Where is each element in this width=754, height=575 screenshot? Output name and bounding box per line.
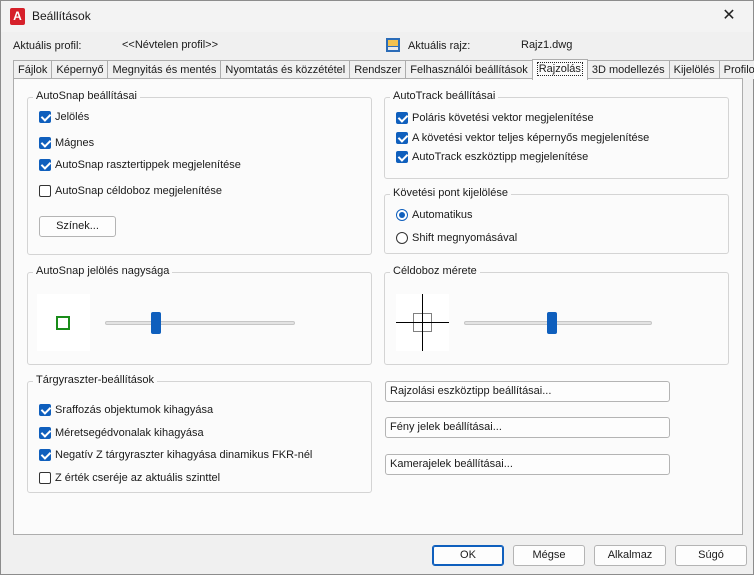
checkbox-box bbox=[396, 112, 408, 124]
checkbox-box bbox=[39, 111, 51, 123]
lights-glyph-settings-button[interactable]: Fény jelek beállításai... bbox=[385, 417, 670, 438]
help-button[interactable]: Súgó bbox=[675, 545, 747, 566]
marker-preview-square-icon bbox=[56, 316, 70, 330]
tab-open-save[interactable]: Megnyitás és mentés bbox=[107, 60, 222, 79]
group-title: Követési pont kijelölése bbox=[390, 187, 511, 199]
group-title: AutoSnap jelölés nagysága bbox=[33, 265, 173, 277]
checkbox-label: Mágnes bbox=[55, 137, 95, 149]
autosnap-settings-group: AutoSnap beállításai Jelölés Mágnes Auto… bbox=[27, 90, 372, 255]
autocad-logo-icon: A bbox=[10, 8, 25, 25]
aperture-size-group: Céldoboz mérete bbox=[384, 265, 729, 365]
drawing-file-icon bbox=[386, 38, 400, 52]
checkbox-label: AutoTrack eszköztipp megjelenítése bbox=[412, 151, 589, 163]
checkbox-box bbox=[39, 185, 51, 197]
checkbox-label: Z érték cseréje az aktuális szinttel bbox=[55, 472, 221, 484]
profile-value: <<Névtelen profil>> bbox=[122, 39, 219, 51]
radio-label: Automatikus bbox=[412, 209, 473, 221]
checkbox-box bbox=[39, 427, 51, 439]
aperture-size-slider-track bbox=[464, 321, 652, 325]
checkbox-box bbox=[39, 159, 51, 171]
aperture-box-checkbox[interactable]: AutoSnap céldoboz megjelenítése bbox=[39, 185, 222, 197]
polar-tracking-vector-checkbox[interactable]: Poláris követési vektor megjelenítése bbox=[396, 112, 594, 124]
tab-user-preferences[interactable]: Felhasználói beállítások bbox=[405, 60, 533, 79]
tab-profiles[interactable]: Profilok bbox=[718, 60, 754, 79]
colors-button[interactable]: Színek... bbox=[39, 216, 116, 237]
checkbox-label: Jelölés bbox=[55, 111, 90, 123]
checkbox-box bbox=[396, 151, 408, 163]
close-icon[interactable]: ✕ bbox=[717, 5, 741, 27]
group-title: Céldoboz mérete bbox=[390, 265, 480, 277]
object-snap-options-group: Tárgyraszter-beállítások Sraffozás objek… bbox=[27, 374, 372, 493]
autotrack-settings-group: AutoTrack beállításai Poláris követési v… bbox=[384, 90, 729, 179]
checkbox-label: A követési vektor teljes képernyős megje… bbox=[412, 132, 650, 144]
checkbox-label: AutoSnap céldoboz megjelenítése bbox=[55, 185, 222, 197]
checkbox-box bbox=[39, 449, 51, 461]
tab-strip: Fájlok Képernyő Megnyitás és mentés Nyom… bbox=[13, 59, 754, 80]
checkbox-label: Sraffozás objektumok kihagyása bbox=[55, 404, 214, 416]
checkbox-box bbox=[39, 137, 51, 149]
checkbox-label: Méretsegédvonalak kihagyása bbox=[55, 427, 204, 439]
crosshair-aperture-icon bbox=[396, 294, 449, 351]
options-dialog: A Beállítások ✕ Aktuális profil: <<Névte… bbox=[0, 0, 754, 575]
cameras-glyph-settings-button[interactable]: Kamerajelek beállításai... bbox=[385, 454, 670, 475]
ok-button[interactable]: OK bbox=[432, 545, 504, 566]
tracking-point-group: Követési pont kijelölése Automatikus Shi… bbox=[384, 187, 729, 254]
checkbox-box bbox=[396, 132, 408, 144]
radio-dot bbox=[396, 232, 408, 244]
checkbox-box bbox=[39, 404, 51, 416]
drafting-panel: AutoSnap beállításai Jelölés Mágnes Auto… bbox=[13, 78, 743, 535]
aperture-preview bbox=[396, 294, 449, 351]
apply-button[interactable]: Alkalmaz bbox=[594, 545, 666, 566]
ignore-hatch-checkbox[interactable]: Sraffozás objektumok kihagyása bbox=[39, 404, 213, 416]
radio-label: Shift megnyomásával bbox=[412, 232, 518, 244]
automatic-radio[interactable]: Automatikus bbox=[396, 209, 473, 221]
marker-size-group: AutoSnap jelölés nagysága bbox=[27, 265, 372, 365]
marker-size-slider-thumb[interactable] bbox=[151, 312, 162, 334]
drawing-value: Rajz1.dwg bbox=[521, 39, 573, 51]
drafting-tooltip-settings-button[interactable]: Rajzolási eszköztipp beállításai... bbox=[385, 381, 670, 402]
group-title: AutoTrack beállításai bbox=[390, 90, 499, 102]
magnet-checkbox[interactable]: Mágnes bbox=[39, 137, 94, 149]
window-title: Beállítások bbox=[32, 9, 91, 23]
autosnap-tooltip-checkbox[interactable]: AutoSnap rasztertippek megjelenítése bbox=[39, 159, 241, 171]
aperture-size-slider-thumb[interactable] bbox=[547, 312, 558, 334]
tab-drafting[interactable]: Rajzolás bbox=[531, 59, 588, 80]
checkbox-label: AutoSnap rasztertippek megjelenítése bbox=[55, 159, 241, 171]
replace-z-value-checkbox[interactable]: Z érték cseréje az aktuális szinttel bbox=[39, 472, 220, 484]
radio-dot bbox=[396, 209, 408, 221]
tab-3d-modeling[interactable]: 3D modellezés bbox=[586, 60, 670, 79]
tab-system[interactable]: Rendszer bbox=[349, 60, 407, 79]
tab-selection[interactable]: Kijelölés bbox=[668, 60, 720, 79]
group-title: AutoSnap beállításai bbox=[33, 90, 140, 102]
marker-size-slider-track bbox=[105, 321, 295, 325]
ignore-dimension-extension-lines-checkbox[interactable]: Méretsegédvonalak kihagyása bbox=[39, 427, 204, 439]
drawing-label: Aktuális rajz: bbox=[408, 40, 471, 52]
tab-files[interactable]: Fájlok bbox=[13, 60, 53, 79]
shift-to-acquire-radio[interactable]: Shift megnyomásával bbox=[396, 232, 517, 244]
ignore-negative-z-checkbox[interactable]: Negatív Z tárgyraszter kihagyása dinamik… bbox=[39, 449, 312, 461]
marker-preview bbox=[37, 294, 90, 351]
marker-checkbox[interactable]: Jelölés bbox=[39, 111, 89, 123]
checkbox-label: Poláris követési vektor megjelenítése bbox=[412, 112, 594, 124]
tab-display[interactable]: Képernyő bbox=[51, 60, 109, 79]
autotrack-tooltip-checkbox[interactable]: AutoTrack eszköztipp megjelenítése bbox=[396, 151, 588, 163]
title-bar: A Beállítások ✕ bbox=[1, 1, 753, 32]
checkbox-box bbox=[39, 472, 51, 484]
cancel-button[interactable]: Mégse bbox=[513, 545, 585, 566]
checkbox-label: Negatív Z tárgyraszter kihagyása dinamik… bbox=[55, 449, 313, 461]
full-screen-tracking-vector-checkbox[interactable]: A követési vektor teljes képernyős megje… bbox=[396, 132, 649, 144]
tab-plot-publish[interactable]: Nyomtatás és közzététel bbox=[220, 60, 351, 79]
profile-label: Aktuális profil: bbox=[13, 40, 82, 52]
group-title: Tárgyraszter-beállítások bbox=[33, 374, 157, 386]
